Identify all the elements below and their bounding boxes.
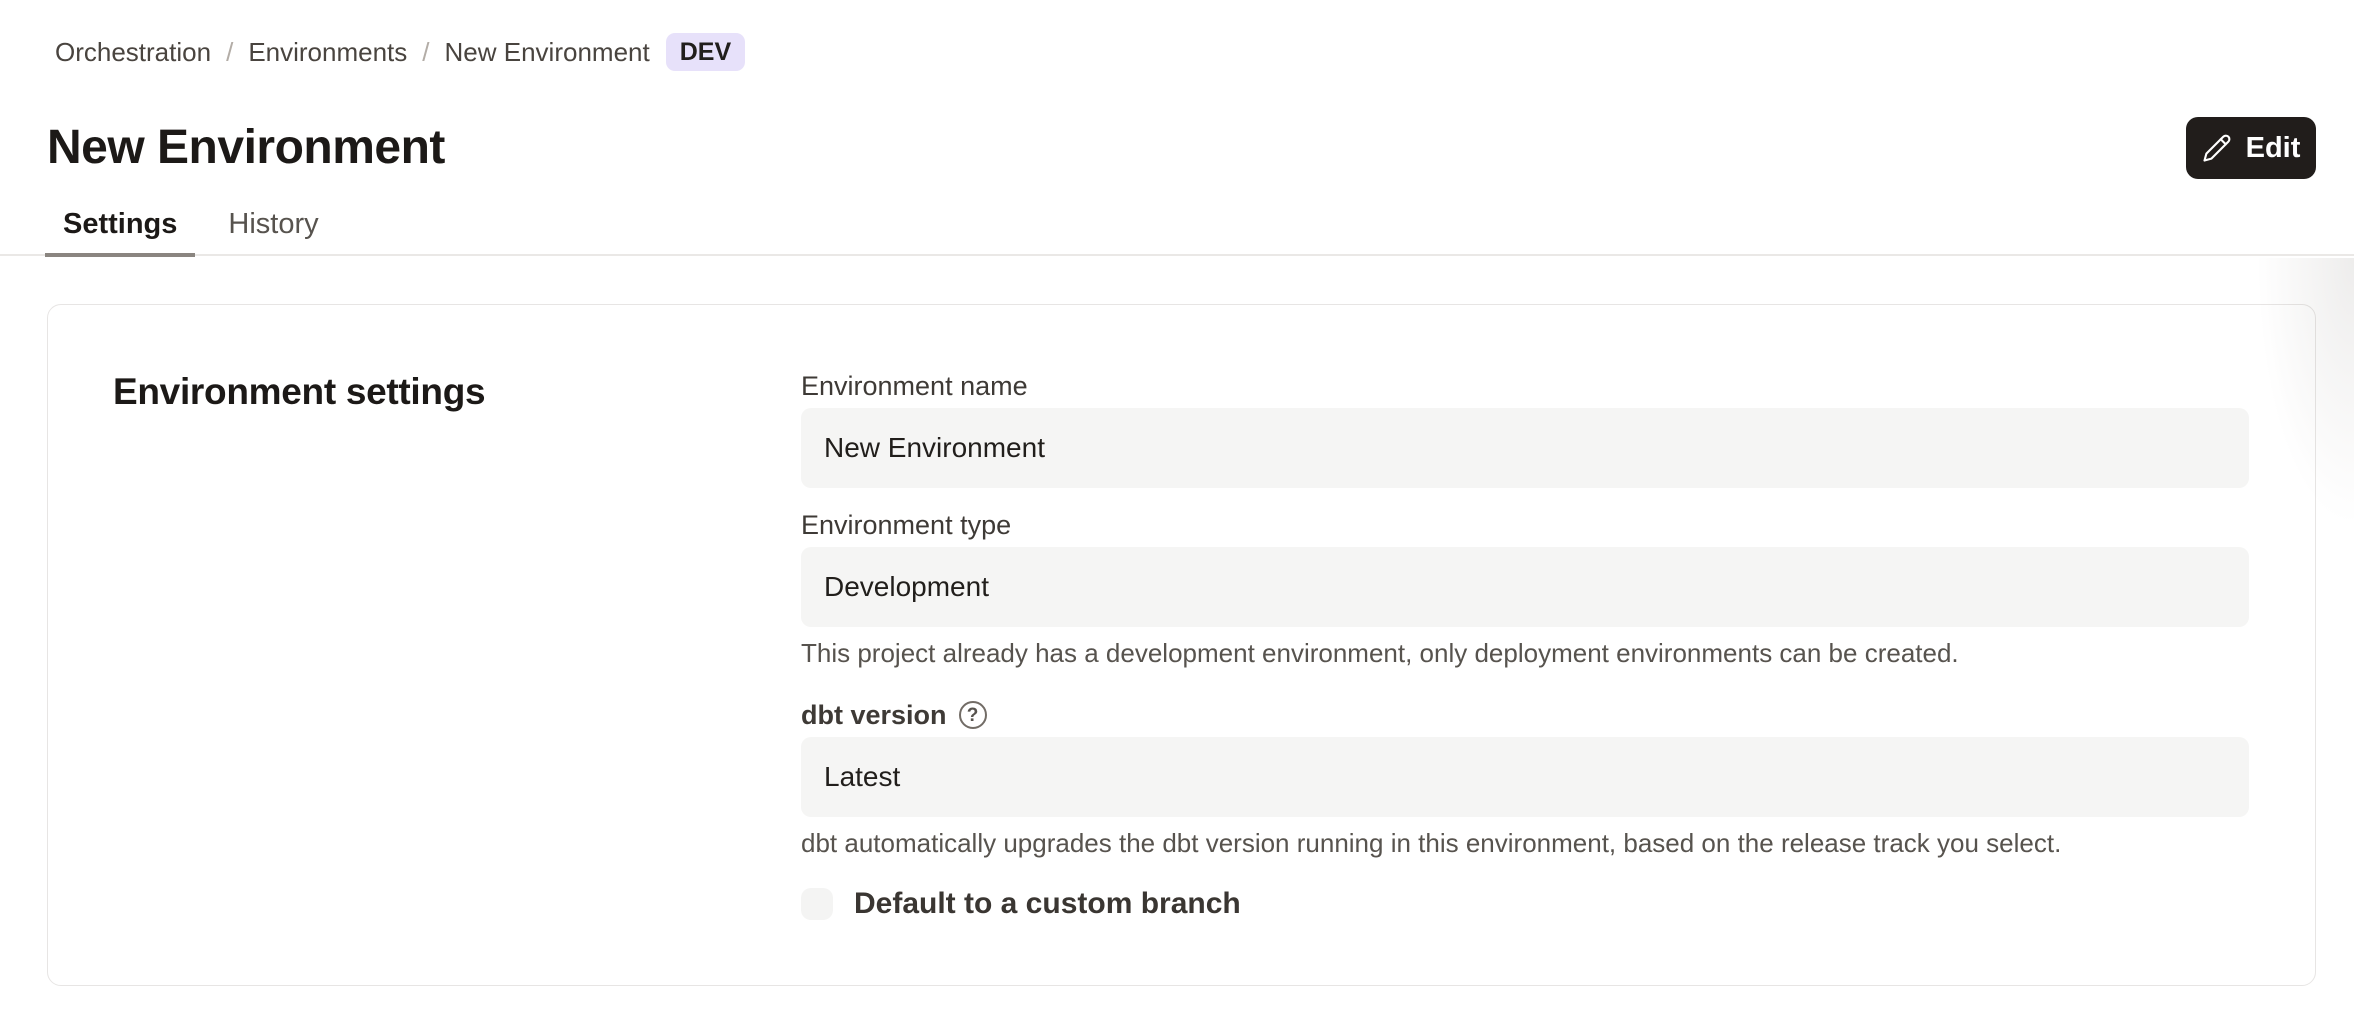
edit-button-label: Edit bbox=[2246, 132, 2301, 165]
custom-branch-checkbox[interactable] bbox=[801, 888, 833, 920]
environment-type-input[interactable] bbox=[801, 547, 2249, 627]
page-title: New Environment bbox=[47, 118, 445, 178]
environment-settings-form: Environment name Environment type This p… bbox=[801, 369, 2249, 985]
dbt-version-label: dbt version bbox=[801, 698, 947, 732]
edit-button[interactable]: Edit bbox=[2186, 117, 2316, 179]
environment-page: Orchestration / Environments / New Envir… bbox=[0, 0, 2354, 1020]
breadcrumb-item-orchestration[interactable]: Orchestration bbox=[55, 33, 211, 71]
section-title: Environment settings bbox=[113, 369, 801, 415]
environment-settings-card: Environment settings Environment name En… bbox=[47, 304, 2316, 986]
tab-settings[interactable]: Settings bbox=[45, 201, 195, 257]
breadcrumb-item-new-environment: New Environment bbox=[445, 33, 650, 71]
breadcrumb-separator: / bbox=[226, 33, 233, 71]
dbt-version-label-row: dbt version ? bbox=[801, 698, 2249, 732]
tab-history-label: History bbox=[228, 208, 318, 240]
tab-settings-label: Settings bbox=[63, 208, 177, 240]
pencil-icon bbox=[2202, 133, 2232, 163]
breadcrumb: Orchestration / Environments / New Envir… bbox=[0, 0, 2354, 71]
breadcrumb-separator: / bbox=[422, 33, 429, 71]
card-section-column: Environment settings bbox=[113, 369, 801, 985]
environment-name-label: Environment name bbox=[801, 369, 2249, 403]
custom-branch-label: Default to a custom branch bbox=[854, 887, 1241, 921]
dbt-version-helper-text: dbt automatically upgrades the dbt versi… bbox=[801, 827, 2249, 860]
dbt-version-input[interactable] bbox=[801, 737, 2249, 817]
question-circle-icon[interactable]: ? bbox=[959, 701, 987, 729]
custom-branch-row: Default to a custom branch bbox=[801, 887, 2249, 921]
environment-type-label: Environment type bbox=[801, 508, 2249, 542]
tab-history[interactable]: History bbox=[210, 201, 336, 257]
breadcrumb-item-environments[interactable]: Environments bbox=[248, 33, 407, 71]
environment-type-badge: DEV bbox=[666, 33, 745, 71]
environment-name-input[interactable] bbox=[801, 408, 2249, 488]
page-header: New Environment Edit bbox=[0, 117, 2354, 179]
environment-type-helper-text: This project already has a development e… bbox=[801, 637, 2249, 670]
tab-bar: Settings History bbox=[0, 201, 2354, 256]
